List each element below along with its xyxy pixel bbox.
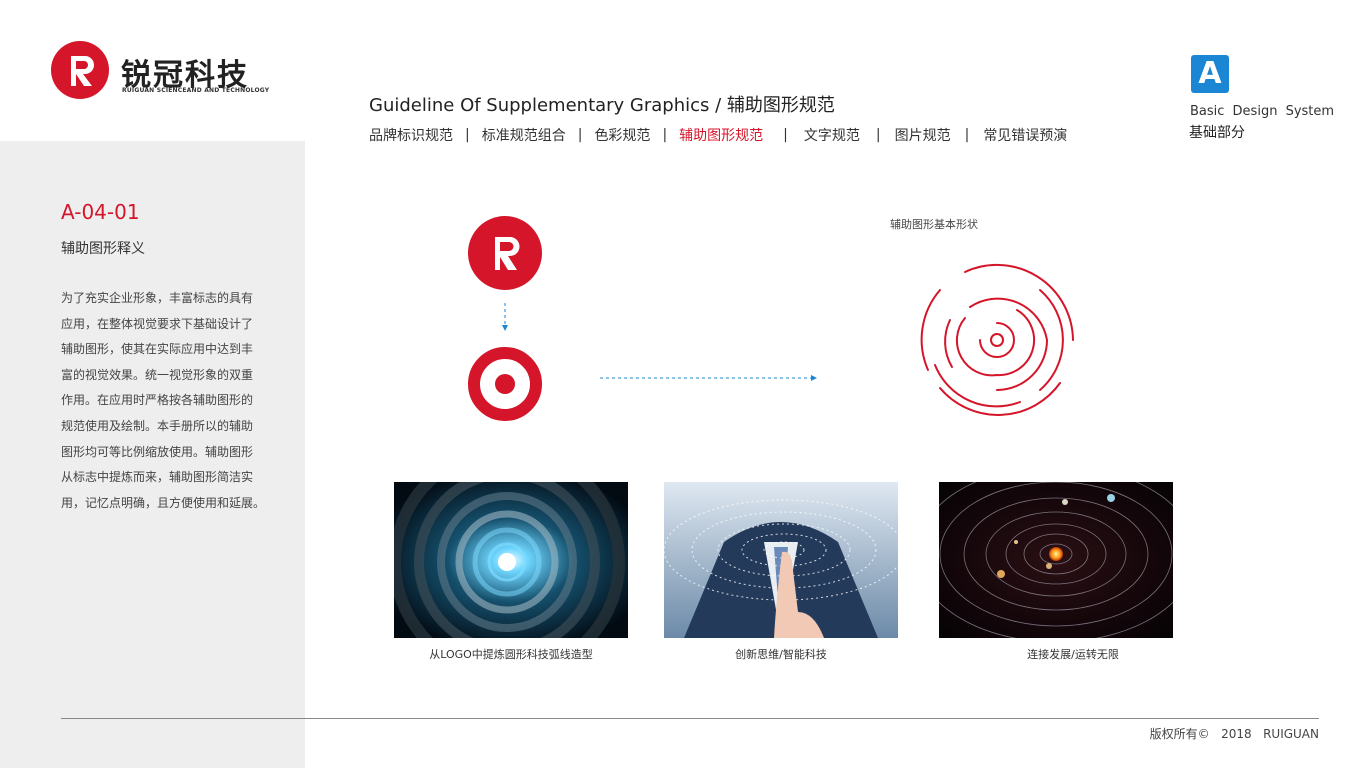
description-line: 从标志中提炼而来，辅助图形简洁实 [61, 470, 254, 485]
section-nav: 品牌标识规范 | 标准规范组合 | 色彩规范 | 辅助图形规范 | 文字规范 |… [369, 125, 1067, 145]
nav-separator: | [875, 127, 881, 143]
target-circle-icon [468, 347, 542, 421]
description-line: 辅助图形，使其在实际应用中达到丰 [61, 342, 254, 357]
nav-separator: | [964, 127, 970, 143]
photo-caption: 从LOGO中提炼圆形科技弧线造型 [429, 648, 593, 661]
nav-separator: | [783, 127, 788, 143]
shape-caption: 辅助图形基本形状 [890, 218, 978, 231]
badge-subtitle-en: Basic Design System [1190, 104, 1335, 119]
nav-item-logo-spec[interactable]: 品牌标识规范 [369, 125, 453, 145]
photo-caption: 连接发展/运转无限 [1027, 648, 1119, 661]
nav-item-text-spec[interactable]: 文字规范 [804, 125, 860, 145]
brand-name-en: RUIGUAN SCIENCEAND AND TECHNOLOGY [122, 87, 270, 94]
description-line: 用，记忆点明确，且方便使用和延展。 [61, 495, 266, 510]
nav-separator: | [465, 127, 470, 143]
description-line: 规范使用及绘制。本手册所以的辅助 [61, 418, 254, 433]
section-title: 辅助图形释义 [61, 241, 145, 257]
description-line: 富的视觉效果。统一视觉形象的双重 [61, 367, 254, 382]
section-code: A-04-01 [61, 200, 140, 224]
nav-item-graphics-spec[interactable]: 辅助图形规范 [679, 125, 763, 145]
photo-caption: 创新思维/智能科技 [735, 648, 827, 661]
touch-screen-image [664, 482, 898, 638]
solar-system-image [939, 482, 1173, 638]
nav-item-color-spec[interactable]: 色彩规范 [594, 125, 650, 145]
section-description: 为了充实企业形象，丰富标志的具有 应用，在整体视觉要求下基础设计了 辅助图形，使… [61, 286, 271, 516]
copyright-text: 版权所有© 2018 RUIGUAN [1149, 727, 1319, 741]
badge-subtitle-cn: 基础部分 [1189, 125, 1245, 141]
description-line: 为了充实企业形象，丰富标志的具有 [61, 291, 254, 305]
section-badge: A [1191, 55, 1229, 93]
tech-rings-image [394, 482, 628, 638]
nav-item-errors-spec[interactable]: 常见错误预演 [983, 125, 1067, 145]
description-line: 作用。在应用时严格按各辅助图形的 [61, 393, 254, 408]
logo-r-icon [468, 216, 542, 290]
nav-item-image-spec[interactable]: 图片规范 [895, 125, 951, 145]
footer-divider [61, 718, 1319, 719]
page-title: Guideline Of Supplementary Graphics / 辅助… [369, 95, 835, 116]
concentric-arcs-graphic [920, 263, 1074, 416]
logo-r-icon [51, 41, 109, 99]
description-line: 图形均可等比例缩放使用。辅助图形 [61, 444, 254, 459]
description-line: 应用，在整体视觉要求下基础设计了 [61, 316, 254, 331]
nav-separator: | [577, 127, 583, 143]
nav-separator: | [662, 127, 668, 143]
nav-item-combination-spec[interactable]: 标准规范组合 [482, 125, 566, 145]
brand-logo: 锐冠科技 RUIGUAN SCIENCEAND AND TECHNOLOGY [50, 40, 280, 102]
